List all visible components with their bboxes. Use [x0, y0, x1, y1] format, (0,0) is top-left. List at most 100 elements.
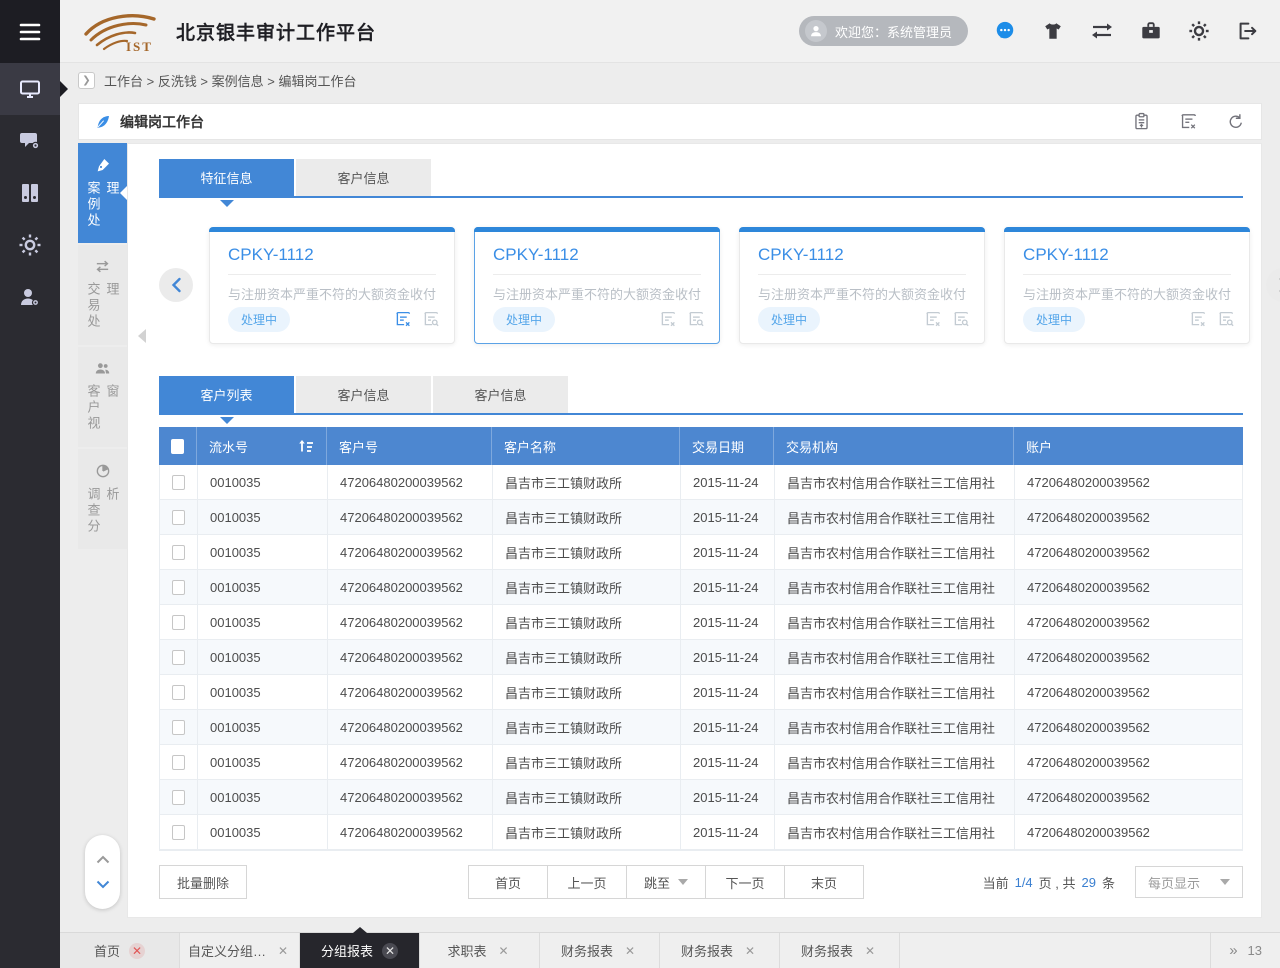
menu-icon[interactable] — [0, 0, 60, 63]
bottom-tab[interactable]: 求职表 ✕ — [420, 933, 540, 968]
close-icon[interactable]: ✕ — [129, 943, 145, 959]
row-checkbox[interactable] — [172, 475, 185, 490]
doc-search-icon[interactable] — [422, 310, 440, 328]
vtab-investigation-analysis[interactable]: 调查分析 — [78, 449, 127, 549]
vtab-transaction-processing[interactable]: 交易处理 — [78, 245, 127, 345]
chevron-up-icon[interactable] — [96, 855, 110, 864]
breadcrumb-expand-icon[interactable]: ❯ — [78, 72, 95, 89]
close-icon[interactable]: ✕ — [742, 943, 758, 959]
bottom-tab[interactable]: 财务报表 ✕ — [780, 933, 900, 968]
sidebar-item-chat-settings[interactable] — [0, 115, 60, 167]
sidebar-item-workbench[interactable] — [0, 63, 60, 115]
close-icon[interactable]: ✕ — [382, 943, 398, 959]
row-checkbox[interactable] — [172, 510, 185, 525]
table-row[interactable]: 0010035 47206480200039562 昌吉市三工镇财政所 2015… — [160, 675, 1242, 710]
cell-trade-date: 2015-11-24 — [680, 640, 774, 675]
table-row[interactable]: 0010035 47206480200039562 昌吉市三工镇财政所 2015… — [160, 465, 1242, 500]
batch-delete-button[interactable]: 批量删除 — [159, 865, 247, 899]
doc-remove-icon[interactable] — [1189, 310, 1207, 328]
per-page-select[interactable]: 每页显示 — [1135, 866, 1243, 898]
table-row[interactable]: 0010035 47206480200039562 昌吉市三工镇财政所 2015… — [160, 640, 1242, 675]
row-checkbox[interactable] — [172, 685, 185, 700]
table-row[interactable]: 0010035 47206480200039562 昌吉市三工镇财政所 2015… — [160, 745, 1242, 780]
select-all-checkbox[interactable] — [171, 439, 184, 454]
table-row[interactable]: 0010035 47206480200039562 昌吉市三工镇财政所 2015… — [160, 500, 1242, 535]
sidebar-item-archive[interactable] — [0, 167, 60, 219]
tab-customer-info-2[interactable]: 客户信息 — [433, 376, 568, 413]
table-tabs: 客户列表 客户信息 客户信息 — [159, 376, 1243, 415]
doc-search-icon[interactable] — [952, 310, 970, 328]
row-checkbox[interactable] — [172, 545, 185, 560]
tab-customer-info[interactable]: 客户信息 — [296, 159, 431, 196]
bottom-tab[interactable]: 财务报表 ✕ — [660, 933, 780, 968]
vtab-case-processing[interactable]: 案例处理 — [78, 143, 127, 243]
doc-remove-icon[interactable] — [1179, 112, 1198, 131]
case-card-desc: 与注册资本严重不符的大额资金收付 — [493, 284, 701, 303]
vtab-customer-window[interactable]: 客户视窗 — [78, 347, 127, 447]
bottom-tab[interactable]: 财务报表 ✕ — [540, 933, 660, 968]
logout-icon[interactable] — [1236, 20, 1258, 42]
gear-icon[interactable] — [1188, 20, 1210, 42]
table-row[interactable]: 0010035 47206480200039562 昌吉市三工镇财政所 2015… — [160, 605, 1242, 640]
status-badge: 处理中 — [1023, 307, 1085, 332]
message-icon[interactable] — [994, 20, 1016, 42]
doc-remove-icon[interactable] — [659, 310, 677, 328]
undo-icon[interactable] — [1226, 112, 1245, 131]
row-checkbox[interactable] — [172, 825, 185, 840]
cell-account: 47206480200039562 — [1014, 815, 1242, 850]
sidebar-item-user-settings[interactable] — [0, 271, 60, 323]
close-icon[interactable]: ✕ — [496, 943, 512, 959]
table-row[interactable]: 0010035 47206480200039562 昌吉市三工镇财政所 2015… — [160, 815, 1242, 850]
close-icon[interactable]: ✕ — [275, 943, 291, 959]
doc-search-icon[interactable] — [687, 310, 705, 328]
case-card[interactable]: CPKY-1112 与注册资本严重不符的大额资金收付 处理中 — [474, 227, 720, 344]
user-welcome-pill[interactable]: 欢迎您：系统管理员 — [799, 16, 968, 46]
case-card[interactable]: CPKY-1112 与注册资本严重不符的大额资金收付 处理中 — [739, 227, 985, 344]
close-icon[interactable]: ✕ — [622, 943, 638, 959]
case-card[interactable]: CPKY-1112 与注册资本严重不符的大额资金收付 处理中 — [1004, 227, 1250, 344]
prev-page-button[interactable]: 上一页 — [547, 865, 627, 899]
sort-icon[interactable] — [298, 439, 314, 453]
first-page-button[interactable]: 首页 — [468, 865, 548, 899]
row-checkbox[interactable] — [172, 615, 185, 630]
row-checkbox[interactable] — [172, 720, 185, 735]
table-row[interactable]: 0010035 47206480200039562 昌吉市三工镇财政所 2015… — [160, 780, 1242, 815]
bottom-tab[interactable]: 自定义分组… ✕ — [180, 933, 300, 968]
cards-next-button[interactable] — [1266, 268, 1280, 302]
table-row[interactable]: 0010035 47206480200039562 昌吉市三工镇财政所 2015… — [160, 570, 1242, 605]
swap-icon[interactable] — [1090, 20, 1114, 42]
cell-trade-org: 昌吉市农村信用合作联社三工信用社 — [774, 465, 1014, 500]
cards-prev-button[interactable] — [159, 268, 193, 302]
case-card[interactable]: CPKY-1112 与注册资本严重不符的大额资金收付 处理中 — [209, 227, 455, 344]
row-checkbox[interactable] — [172, 790, 185, 805]
briefcase-icon[interactable] — [1140, 20, 1162, 42]
tab-customer-list[interactable]: 客户列表 — [159, 376, 294, 413]
table-row[interactable]: 0010035 47206480200039562 昌吉市三工镇财政所 2015… — [160, 535, 1242, 570]
bottom-tab[interactable]: 首页 ✕ — [60, 933, 180, 968]
collapse-strip-icon[interactable] — [138, 329, 146, 343]
jump-to-select[interactable]: 跳至 — [626, 865, 706, 899]
close-icon[interactable]: ✕ — [862, 943, 878, 959]
doc-remove-icon[interactable] — [924, 310, 942, 328]
last-page-button[interactable]: 末页 — [784, 865, 864, 899]
bottom-tab-label: 求职表 — [447, 941, 486, 960]
tab-customer-info-1[interactable]: 客户信息 — [296, 376, 431, 413]
table-row[interactable]: 0010035 47206480200039562 昌吉市三工镇财政所 2015… — [160, 710, 1242, 745]
next-page-button[interactable]: 下一页 — [705, 865, 785, 899]
sidebar-item-settings[interactable] — [0, 219, 60, 271]
row-checkbox[interactable] — [172, 755, 185, 770]
row-checkbox[interactable] — [172, 580, 185, 595]
tabs-overflow-icon[interactable]: » — [1229, 942, 1235, 959]
bottom-tab[interactable]: 分组报表 ✕ — [300, 933, 420, 968]
vertical-tab-strip: 案例处理 交易处理 客户视窗 调查分析 — [78, 143, 127, 551]
doc-remove-icon[interactable] — [394, 310, 412, 328]
bottom-tabbar: 首页 ✕ 自定义分组… ✕ 分组报表 ✕ 求职表 ✕ 财务报表 ✕ 财务报表 ✕… — [60, 932, 1280, 968]
tshirt-icon[interactable] — [1042, 20, 1064, 42]
chevron-down-icon[interactable] — [96, 880, 110, 889]
tab-feature-info[interactable]: 特征信息 — [159, 159, 294, 196]
row-checkbox[interactable] — [172, 650, 185, 665]
doc-search-icon[interactable] — [1217, 310, 1235, 328]
page-info-prefix: 当前 — [983, 873, 1009, 892]
caret-down-icon — [678, 879, 688, 885]
clipboard-icon[interactable] — [1132, 112, 1151, 131]
